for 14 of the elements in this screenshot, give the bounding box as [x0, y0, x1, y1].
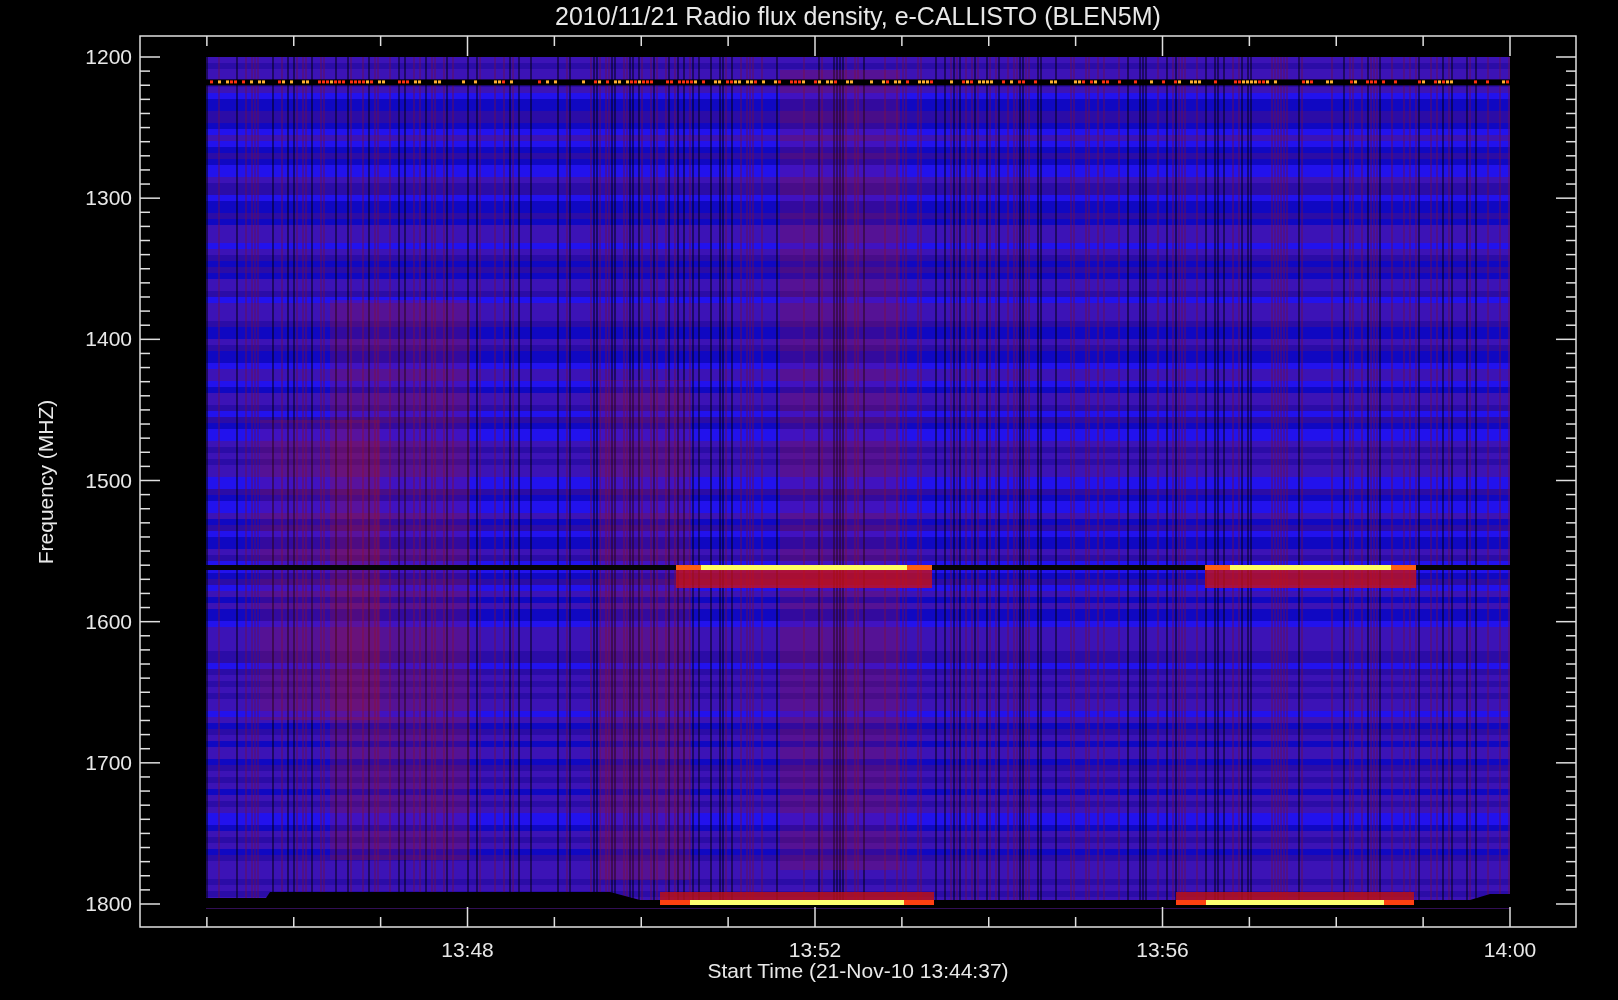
- axis-tick-label: 13:56: [1136, 938, 1189, 961]
- axis-tick-label: 1600: [85, 609, 132, 633]
- axis-title: Start Time (21-Nov-10 13:44:37): [707, 959, 1009, 982]
- axis-tick-label: 1800: [85, 892, 132, 915]
- axis-tick-label: 1400: [85, 327, 132, 351]
- axis-tick-label: 1200: [85, 45, 132, 68]
- axis-tick-label: 1700: [85, 750, 132, 774]
- axis-title: Frequency (MHZ): [34, 399, 57, 565]
- axis-tick-label: 1300: [85, 186, 132, 210]
- axis-tick-label: 13:52: [788, 938, 842, 961]
- axis-tick-label: 13:48: [441, 938, 494, 961]
- axis-tick-label: 1500: [85, 468, 132, 492]
- axis-tick-label: 14:00: [1483, 938, 1537, 961]
- chart-title: 2010/11/21 Radio flux density, e-CALLISTO (BLEN5M): [555, 2, 1161, 30]
